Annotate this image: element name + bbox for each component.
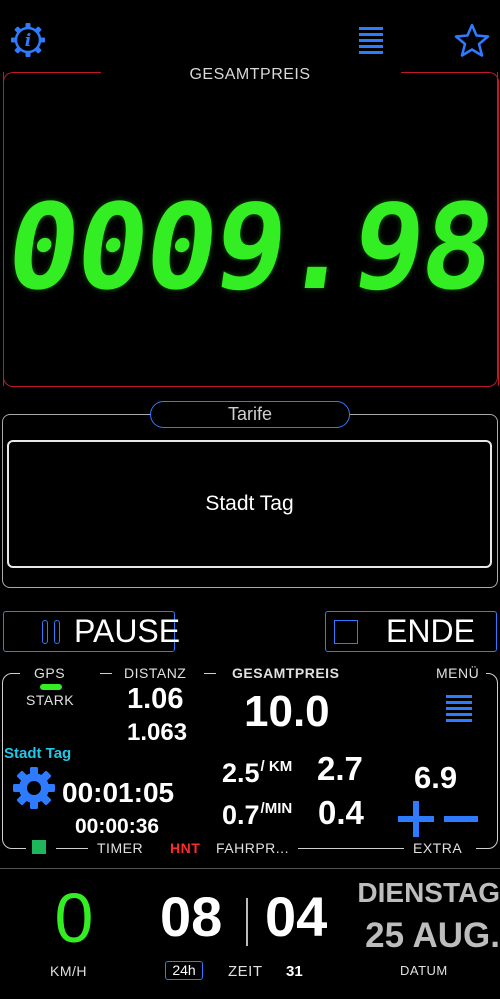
panel-total-label: GESAMTPREIS	[232, 665, 340, 681]
extra-minus-button[interactable]	[442, 801, 480, 837]
mode-24h-label: 24h	[172, 962, 196, 978]
date-value: 25 AUG.	[365, 916, 500, 955]
extra-plus-button[interactable]	[398, 801, 434, 837]
svg-text:i: i	[25, 31, 31, 51]
menu-label: MENÜ	[436, 665, 480, 681]
clock-seconds: 31	[286, 963, 303, 980]
rate-min-value: 0.7	[222, 800, 260, 830]
clock-minutes: 04	[265, 885, 328, 948]
price-title: GESAMTPREIS	[189, 66, 311, 83]
panel-menu-icon[interactable]	[446, 694, 474, 724]
fahrpreis-label: FAHRPR...	[216, 840, 289, 856]
rate-km-total: 2.7	[317, 750, 363, 787]
time-label: ZEIT	[228, 963, 263, 980]
timer-gear-icon[interactable]	[12, 766, 56, 810]
date-label: DATUM	[400, 963, 448, 978]
weekday: DIENSTAG	[357, 877, 500, 908]
timer-sub: 00:00:36	[75, 815, 160, 838]
rate-min-unit: /MIN	[260, 800, 293, 817]
distance-label: DISTANZ	[124, 665, 187, 681]
gps-strength: STARK	[26, 692, 75, 708]
info-settings-icon[interactable]: i	[9, 21, 47, 59]
extra-value: 6.9	[414, 760, 458, 795]
menu-icon[interactable]	[358, 24, 386, 56]
distance-main: 1.06	[127, 683, 184, 715]
tariff-title: Tarife	[150, 401, 350, 428]
star-icon[interactable]	[453, 22, 491, 58]
timer-label: TIMER	[97, 840, 144, 856]
extra-label: EXTRA	[413, 840, 463, 856]
rate-min-total: 0.4	[318, 794, 364, 831]
end-button[interactable]: ENDE	[325, 611, 497, 652]
rate-min: 0.7/MIN	[222, 800, 292, 831]
panel-total-value: 10.0	[244, 687, 330, 736]
clock-hours: 08	[160, 885, 223, 948]
tariff-selected-label: Stadt Tag	[205, 492, 294, 515]
timer-main: 00:01:05	[62, 777, 175, 808]
panel-tariff-name: Stadt Tag	[4, 745, 72, 762]
gps-label: GPS	[34, 665, 66, 681]
rate-km: 2.5/ KM	[222, 758, 292, 789]
gps-signal-bar	[40, 684, 62, 690]
clock-separator	[246, 898, 248, 946]
mode-24h-button[interactable]: 24h	[165, 961, 203, 980]
end-label: ENDE	[386, 613, 475, 649]
distance-sub: 1.063	[127, 719, 188, 746]
pause-label: PAUSE	[74, 613, 181, 649]
rate-km-value: 2.5	[222, 758, 260, 788]
rate-km-unit: / KM	[260, 758, 293, 775]
timer-status-indicator	[32, 840, 46, 854]
price-lcd-display: 0009.98	[0, 178, 500, 316]
stop-icon	[334, 619, 358, 644]
speed-value: 0	[54, 879, 94, 957]
speed-unit: KM/H	[50, 963, 87, 979]
pause-button[interactable]: PAUSE	[3, 611, 180, 652]
hnt-label[interactable]: HNT	[170, 840, 200, 856]
tariff-selected-button[interactable]: Stadt Tag	[7, 440, 492, 568]
pause-icon	[42, 619, 60, 644]
footer-divider	[0, 868, 500, 869]
